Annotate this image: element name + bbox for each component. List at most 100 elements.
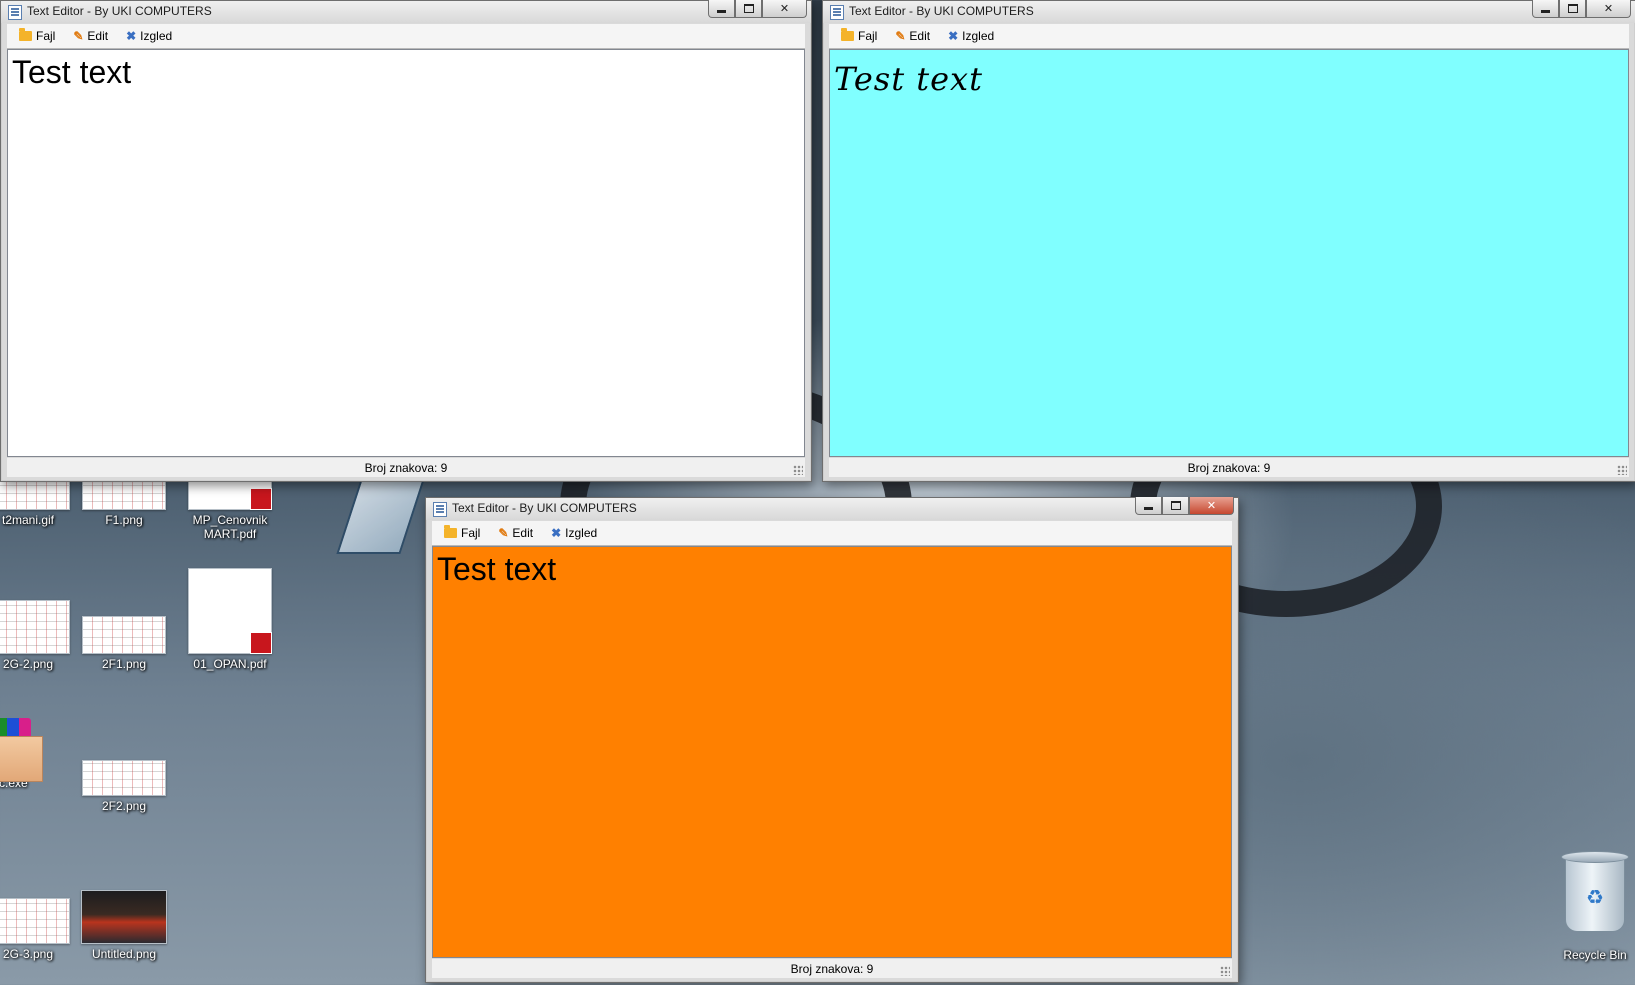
- image-thumbnail: [0, 600, 70, 654]
- desktop-icon-label: F1.png: [105, 513, 143, 527]
- title-bar[interactable]: Text Editor - By UKI COMPUTERS ✕: [426, 497, 1238, 520]
- package-icon: [0, 736, 43, 782]
- menu-izgled[interactable]: ✖ Izgled: [942, 27, 1000, 45]
- minimize-icon: [717, 9, 726, 13]
- menu-izgled[interactable]: ✖ Izgled: [120, 27, 178, 45]
- close-button[interactable]: ✕: [1189, 497, 1234, 515]
- folder-icon: [841, 28, 854, 41]
- menu-label: Izgled: [140, 29, 173, 43]
- desktop-icon-01-opan[interactable]: 01_OPAN.pdf: [180, 568, 280, 671]
- box-icon: [0, 718, 43, 782]
- image-thumbnail: [0, 898, 70, 944]
- desktop-icon-2f2[interactable]: 2F2.png: [74, 760, 174, 813]
- status-bar: Broj znakova: 9: [432, 959, 1232, 978]
- pencil-icon: ✎: [498, 526, 509, 540]
- menu-izgled[interactable]: ✖ Izgled: [545, 524, 603, 542]
- app-icon: [433, 502, 447, 517]
- menu-label: Edit: [909, 29, 931, 43]
- close-icon: ✕: [779, 2, 790, 15]
- desktop-icon-uc-exe[interactable]: uc.exe: [0, 718, 60, 790]
- photo-thumbnail: [81, 890, 167, 944]
- text-area[interactable]: Test text: [829, 49, 1629, 457]
- desktop-icon-label: Untitled.png: [91, 947, 157, 961]
- pencil-icon: ✎: [73, 29, 84, 43]
- text-area[interactable]: Test text: [7, 49, 805, 457]
- minimize-button[interactable]: [1135, 497, 1162, 515]
- resize-grip-icon[interactable]: [1220, 966, 1230, 976]
- close-button[interactable]: ✕: [762, 0, 807, 18]
- app-icon: [8, 5, 22, 20]
- pdf-thumbnail: [188, 568, 272, 654]
- char-count: Broj znakova: 9: [1187, 460, 1271, 475]
- menu-fajl[interactable]: Fajl: [835, 27, 883, 45]
- image-thumbnail: [82, 760, 166, 796]
- status-bar: Broj znakova: 9: [7, 458, 805, 477]
- title-bar[interactable]: Text Editor - By UKI COMPUTERS ✕: [1, 0, 811, 23]
- resize-grip-icon[interactable]: [793, 465, 803, 475]
- desktop-icon-label: 2F1.png: [101, 657, 147, 671]
- menu-edit[interactable]: ✎ Edit: [889, 27, 936, 45]
- app-icon: [830, 5, 844, 20]
- maximize-button[interactable]: [735, 0, 762, 18]
- desktop-icon-2g-3[interactable]: 2G-3.png: [0, 898, 78, 961]
- desktop-icon-untitled[interactable]: Untitled.png: [74, 890, 174, 961]
- wallpaper-pane: [336, 470, 428, 554]
- menu-label: Edit: [512, 526, 534, 540]
- window-controls: ✕: [1135, 497, 1234, 515]
- editor-window-white[interactable]: Text Editor - By UKI COMPUTERS ✕ Fajl ✎ E…: [0, 0, 812, 482]
- text-area[interactable]: Test text: [432, 546, 1232, 958]
- window-controls: ✕: [708, 0, 807, 18]
- menu-label: Izgled: [962, 29, 995, 43]
- desktop-icon-label: 01_OPAN.pdf: [193, 657, 267, 671]
- desktop-icon-label: 2G-2.png: [2, 657, 54, 671]
- recycle-bin-icon: ♻: [1561, 851, 1629, 932]
- minimize-icon: [1541, 9, 1550, 13]
- pdf-thumbnail: [188, 478, 272, 510]
- menu-fajl[interactable]: Fajl: [438, 524, 486, 542]
- desktop-icon-f1[interactable]: F1.png: [74, 478, 174, 527]
- menu-label: Fajl: [858, 29, 878, 43]
- menu-label: Fajl: [36, 29, 56, 43]
- window-title: Text Editor - By UKI COMPUTERS: [849, 4, 1034, 18]
- maximize-icon: [1567, 4, 1578, 13]
- desktop-icon-label: MP_Cenovnik MART.pdf: [192, 513, 268, 541]
- editor-window-orange[interactable]: Text Editor - By UKI COMPUTERS ✕ Fajl ✎ E…: [425, 497, 1239, 983]
- desktop-icon-2g-2[interactable]: 2G-2.png: [0, 600, 78, 671]
- tools-icon: ✖: [948, 29, 959, 43]
- menu-bar: Fajl ✎ Edit ✖ Izgled: [432, 521, 1232, 546]
- status-bar: Broj znakova: 9: [829, 458, 1629, 477]
- close-icon: ✕: [1206, 499, 1217, 512]
- minimize-button[interactable]: [1532, 0, 1559, 18]
- menu-label: Edit: [87, 29, 109, 43]
- maximize-button[interactable]: [1559, 0, 1586, 18]
- desktop-icon-mp-cenovnik[interactable]: MP_Cenovnik MART.pdf: [180, 478, 280, 541]
- desktop-icon-2f1[interactable]: 2F1.png: [74, 616, 174, 671]
- menu-edit[interactable]: ✎ Edit: [492, 524, 539, 542]
- recycle-symbol-icon: ♻: [1586, 885, 1604, 909]
- desktop-icon-label: 2F2.png: [101, 799, 147, 813]
- menu-edit[interactable]: ✎ Edit: [67, 27, 114, 45]
- minimize-button[interactable]: [708, 0, 735, 18]
- menu-label: Fajl: [461, 526, 481, 540]
- window-title: Text Editor - By UKI COMPUTERS: [27, 4, 212, 18]
- pencil-icon: ✎: [895, 29, 906, 43]
- tools-icon: ✖: [126, 29, 137, 43]
- recycle-bin[interactable]: ♻ Recycle Bin: [1555, 851, 1635, 962]
- recycle-bin-label: Recycle Bin: [1563, 948, 1627, 962]
- desktop-icon-t2mani[interactable]: t2mani.gif: [0, 478, 78, 527]
- folder-icon: [444, 525, 457, 538]
- editor-window-cyan[interactable]: Text Editor - By UKI COMPUTERS ✕ Fajl ✎ E…: [822, 0, 1635, 482]
- desktop-icon-label: 2G-3.png: [2, 947, 54, 961]
- menu-fajl[interactable]: Fajl: [13, 27, 61, 45]
- window-title: Text Editor - By UKI COMPUTERS: [452, 501, 637, 515]
- close-icon: ✕: [1603, 2, 1614, 15]
- image-thumbnail: [82, 478, 166, 510]
- maximize-icon: [743, 4, 754, 13]
- close-button[interactable]: ✕: [1586, 0, 1631, 18]
- tools-icon: ✖: [551, 526, 562, 540]
- editor-text: Test text: [834, 60, 983, 98]
- window-controls: ✕: [1532, 0, 1631, 18]
- resize-grip-icon[interactable]: [1617, 465, 1627, 475]
- title-bar[interactable]: Text Editor - By UKI COMPUTERS ✕: [823, 0, 1635, 23]
- maximize-button[interactable]: [1162, 497, 1189, 515]
